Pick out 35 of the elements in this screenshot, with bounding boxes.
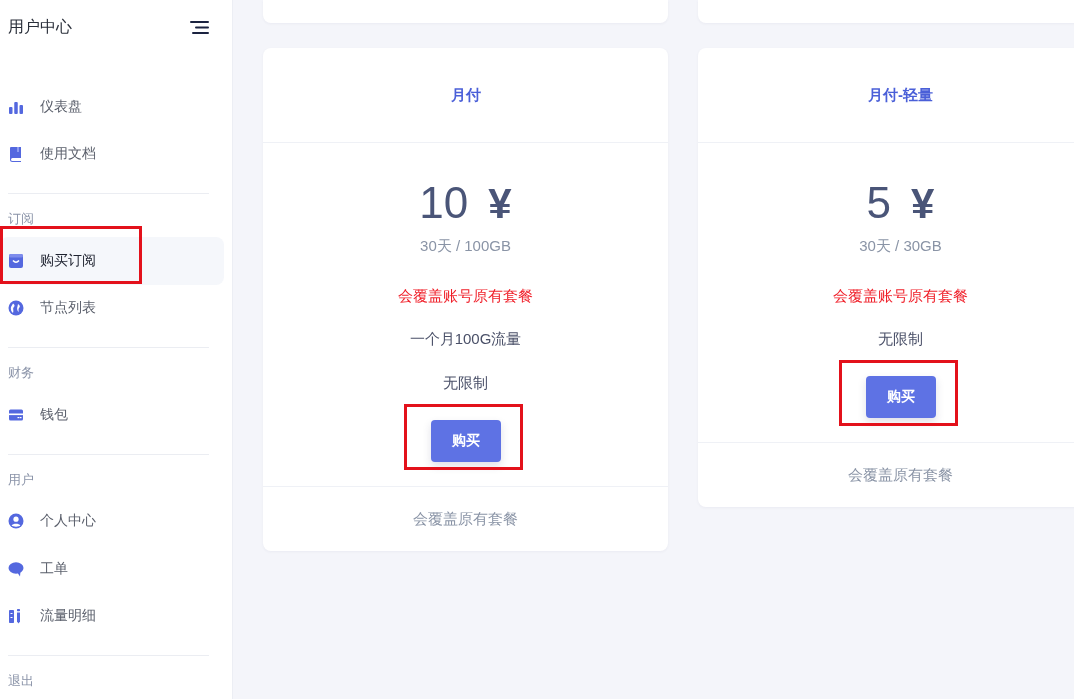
plan-notice: 会覆盖账号原有套餐 [398,286,533,306]
currency-symbol: ¥ [488,180,512,228]
price-amount: 10 [419,179,469,227]
section-heading: 用户 [7,470,35,489]
nav-item[interactable]: 个人中心 [0,497,224,545]
nav-item[interactable]: 工单 [0,545,224,593]
sidebar-title: 用户中心 [8,17,72,37]
buy-button[interactable]: 购买 [865,376,936,418]
section-heading: 退出 [7,672,35,690]
menu-icon[interactable] [190,21,209,34]
book-icon [8,146,24,163]
section-heading: 订阅 [7,210,35,228]
plan-feature: 无限制 [443,373,488,393]
globe-icon [8,300,24,317]
user-icon [8,513,24,530]
currency-symbol: ¥ [911,180,935,228]
nav-item[interactable]: 仪表盘 [0,83,224,131]
plan-feature: 无限制 [878,329,923,349]
plan-title: 月付 [450,85,481,105]
plan-period: 30天 / 30GB [859,236,942,256]
bag-icon [8,252,24,269]
nav-item[interactable]: 使用文档 [0,130,224,178]
buy-button[interactable]: 购买 [430,420,501,462]
plan-period: 30天 / 100GB [420,236,511,256]
plan-footnote: 会覆盖原有套餐 [848,465,953,485]
price-amount: 5 [866,179,892,227]
nav-item[interactable]: 节点列表 [0,284,224,332]
plan-notice: 会覆盖账号原有套餐 [833,286,968,306]
plan-footnote: 会覆盖原有套餐 [413,509,518,529]
plan-title: 月付-轻量 [868,85,933,105]
nav-item[interactable]: 钱包 [0,391,224,439]
nav-item[interactable]: 流量明细 [0,592,224,640]
plan-feature: 一个月100G流量 [409,329,522,349]
chat-bubble-icon [8,560,24,577]
section-heading: 财务 [7,364,35,382]
